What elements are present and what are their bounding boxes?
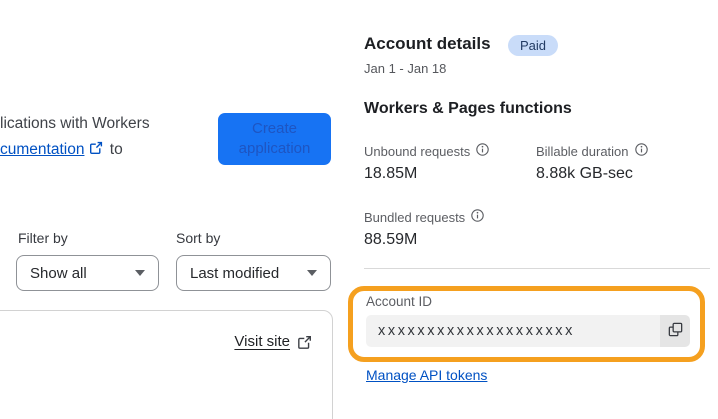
filter-dropdown-value: Show all <box>30 264 87 282</box>
sort-by-label: Sort by <box>176 230 221 246</box>
copy-account-id-button[interactable] <box>660 315 690 347</box>
account-id-value[interactable]: xxxxxxxxxxxxxxxxxxxx <box>366 315 660 347</box>
external-link-icon <box>297 335 312 355</box>
chevron-down-icon <box>135 270 145 276</box>
filter-by-label: Filter by <box>18 230 68 246</box>
create-application-button[interactable]: Create application <box>218 113 331 165</box>
unbound-requests-value: 18.85M <box>364 165 418 182</box>
intro-line1: lications with Workers <box>0 115 150 132</box>
info-icon[interactable] <box>471 209 484 225</box>
documentation-link[interactable]: cumentation <box>0 141 84 158</box>
intro-text: lications with Workers cumentation to <box>0 111 210 164</box>
stat-label-text: Bundled requests <box>364 209 466 225</box>
account-details-title: Account details <box>364 34 491 53</box>
filter-dropdown[interactable]: Show all <box>16 255 159 291</box>
bundled-requests-label: Bundled requests <box>364 209 484 225</box>
copy-icon <box>667 321 684 341</box>
external-link-icon <box>89 138 103 164</box>
visit-site-link[interactable]: Visit site <box>234 333 290 350</box>
stat-label-text: Billable duration <box>536 143 629 159</box>
billable-duration-label: Billable duration <box>536 143 648 159</box>
section-divider <box>364 268 710 269</box>
billable-duration-value: 8.88k GB-sec <box>536 165 633 182</box>
manage-api-tokens-link[interactable]: Manage API tokens <box>366 367 487 383</box>
chevron-down-icon <box>307 270 317 276</box>
project-card: Visit site <box>0 310 333 419</box>
billing-date-range: Jan 1 - Jan 18 <box>364 61 447 76</box>
paid-plan-badge: Paid <box>508 35 559 56</box>
info-icon[interactable] <box>634 143 648 159</box>
workers-pages-dashboard: lications with Workers cumentation to Cr… <box>0 0 718 419</box>
bundled-requests-value: 88.59M <box>364 231 418 248</box>
sort-dropdown-value: Last modified <box>190 264 280 282</box>
intro-after-link: to <box>109 141 123 158</box>
unbound-requests-label: Unbound requests <box>364 143 489 159</box>
account-id-label: Account ID <box>366 294 433 309</box>
stat-label-text: Unbound requests <box>364 143 471 159</box>
functions-section-title: Workers & Pages functions <box>364 100 572 117</box>
sort-dropdown[interactable]: Last modified <box>176 255 331 291</box>
info-icon[interactable] <box>476 143 489 159</box>
account-id-row: xxxxxxxxxxxxxxxxxxxx <box>366 315 690 347</box>
